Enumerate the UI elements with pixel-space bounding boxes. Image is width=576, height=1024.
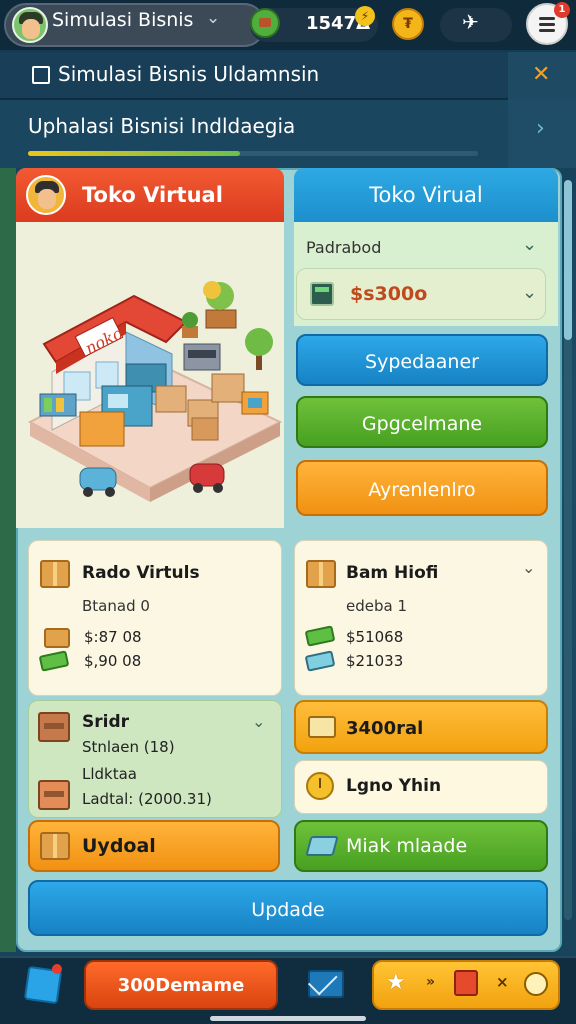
stock-line: Lldktaa — [82, 765, 137, 783]
window-icon — [32, 66, 50, 84]
store-card-title: Toko Virtual — [82, 183, 223, 207]
bam-value-2: $21033 — [346, 652, 404, 670]
right-card-title: Toko Virual — [369, 183, 483, 207]
chevron-down-icon[interactable]: ⌄ — [522, 282, 537, 303]
dropdown-label: Padrabod — [306, 238, 382, 257]
clock-icon — [306, 772, 334, 800]
player-avatar[interactable] — [12, 7, 48, 43]
budget-value: $s300o — [350, 283, 428, 305]
panel-subtitle: Uphalasi Bisnisi Indldaegia — [28, 114, 296, 138]
chevron-right-icon[interactable]: › — [536, 116, 545, 141]
chevron-down-icon[interactable]: ⌄ — [522, 234, 537, 255]
bam-subtitle: edeba 1 — [346, 597, 408, 615]
tray-icon — [305, 836, 339, 856]
home-indicator — [210, 1016, 366, 1021]
gold-coin-icon[interactable]: ₮ — [392, 8, 424, 40]
notification-badge: 1 — [554, 2, 570, 18]
money-bag-icon — [250, 8, 280, 38]
timer-icon[interactable] — [524, 972, 548, 996]
ticket-icon — [308, 716, 336, 738]
market-button-label: Miak mlaade — [346, 835, 468, 857]
panel-title: Simulasi Bisnis Uldamnsin — [58, 62, 320, 86]
box-icon — [306, 560, 336, 588]
stock-line: Ladtal: (2000.31) — [82, 790, 212, 808]
bottom-main-button[interactable]: 300Demame — [84, 960, 278, 1010]
game-title: Simulasi Bisnis — [52, 9, 194, 31]
ticket-button-label: 3400ral — [346, 718, 424, 739]
action-button-orange[interactable]: Ayrenlenlro — [296, 460, 548, 516]
box-icon — [40, 832, 70, 860]
rado-value-2: $,90 08 — [84, 652, 142, 670]
crate-icon — [38, 780, 70, 810]
chevron-down-icon[interactable]: ⌄ — [206, 8, 220, 28]
energy-icon[interactable]: ⚡ — [355, 6, 375, 26]
fast-forward-icon[interactable]: » — [426, 974, 435, 990]
gift-icon[interactable] — [454, 970, 478, 996]
logo-button-label: Lgno Yhin — [346, 776, 442, 796]
box-icon — [44, 628, 70, 648]
star-icon[interactable]: ★ — [386, 970, 406, 995]
rado-title: Rado Virtuls — [82, 563, 200, 583]
chevron-down-icon[interactable]: ⌄ — [252, 712, 265, 731]
bam-title: Bam Hiofi — [346, 563, 439, 583]
owner-avatar — [26, 175, 66, 215]
stock-line: Stnlaen (18) — [82, 738, 175, 756]
box-icon — [40, 560, 70, 588]
stock-title: Sridr — [82, 712, 130, 732]
store-illustration: noko — [16, 222, 284, 528]
chevron-down-icon[interactable]: ⌄ — [522, 558, 535, 577]
progress-fill — [28, 151, 240, 156]
upload-button-label: Uydoal — [82, 835, 156, 857]
rado-subtitle: Btanad 0 — [82, 597, 150, 615]
background-scenery — [0, 168, 16, 952]
plane-icon[interactable]: ✈ — [462, 10, 479, 34]
mail-icon[interactable] — [308, 970, 344, 998]
isometric-store-image: noko — [27, 281, 283, 502]
close-icon[interactable]: × — [496, 973, 509, 991]
rado-value-1: $:87 08 — [84, 628, 142, 646]
scroll-thumb[interactable] — [564, 180, 572, 340]
bam-value-1: $51068 — [346, 628, 404, 646]
action-button-green[interactable]: Gpgcelmane — [296, 396, 548, 448]
action-button-blue[interactable]: Sypedaaner — [296, 334, 548, 386]
notification-dot — [52, 964, 62, 974]
update-button[interactable]: Updade — [28, 880, 548, 936]
crate-icon — [38, 712, 70, 742]
calculator-icon — [310, 282, 334, 306]
close-icon[interactable]: ✕ — [532, 62, 550, 87]
